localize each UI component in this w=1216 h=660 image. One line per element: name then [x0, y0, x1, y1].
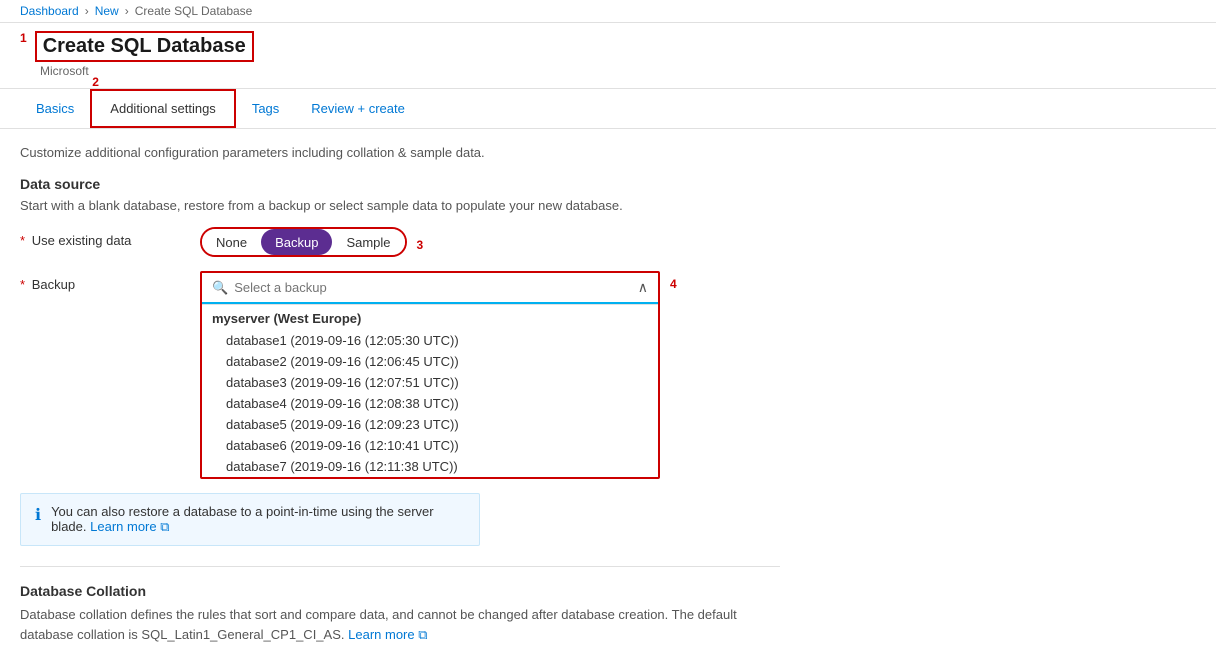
breadcrumb-new[interactable]: New	[95, 4, 119, 18]
main-content: Customize additional configuration param…	[0, 129, 800, 660]
option-sample[interactable]: Sample	[332, 229, 404, 255]
breadcrumb-dashboard[interactable]: Dashboard	[20, 4, 79, 18]
info-text: You can also restore a database to a poi…	[51, 504, 465, 535]
collation-desc: Database collation defines the rules tha…	[20, 605, 780, 644]
info-learn-more-link[interactable]: Learn more ⧉	[90, 519, 169, 534]
annotation-3: 3	[417, 232, 424, 252]
tabs-bar: Basics 2 Additional settings Tags Review…	[0, 89, 1216, 129]
annotation-1: 1	[20, 31, 27, 45]
list-item[interactable]: database3 (2019-09-16 (12:07:51 UTC))	[202, 372, 658, 393]
list-item[interactable]: database6 (2019-09-16 (12:10:41 UTC))	[202, 435, 658, 456]
list-item[interactable]: database2 (2019-09-16 (12:06:45 UTC))	[202, 351, 658, 372]
page-header: 1 Create SQL Database Microsoft	[0, 23, 1216, 89]
option-none[interactable]: None	[202, 229, 261, 255]
use-existing-data-label: * Use existing data	[20, 227, 200, 248]
chevron-up-icon[interactable]: ∧	[638, 279, 648, 296]
top-bar: Dashboard › New › Create SQL Database	[0, 0, 1216, 23]
data-source-options: None Backup Sample	[200, 227, 407, 257]
breadcrumb-current: Create SQL Database	[135, 4, 253, 18]
additional-settings-tab-box: Additional settings	[90, 89, 236, 128]
annotation-4: 4	[670, 271, 677, 291]
option-backup[interactable]: Backup	[261, 229, 332, 255]
backup-label: * Backup	[20, 271, 200, 292]
backup-dropdown: 🔍 ∧ myserver (West Europe) database1 (20…	[200, 271, 660, 479]
tab-basics[interactable]: Basics	[20, 91, 90, 128]
collation-title: Database Collation	[20, 583, 780, 599]
content-description: Customize additional configuration param…	[20, 145, 780, 160]
backup-search-bar: 🔍 ∧	[202, 273, 658, 304]
info-box: ℹ You can also restore a database to a p…	[20, 493, 480, 546]
page-title-box: Create SQL Database	[35, 31, 254, 62]
list-item[interactable]: database5 (2019-09-16 (12:09:23 UTC))	[202, 414, 658, 435]
collation-learn-more-link[interactable]: Learn more ⧉	[348, 627, 427, 642]
page-title: Create SQL Database	[43, 35, 246, 58]
breadcrumb: Dashboard › New › Create SQL Database	[20, 4, 1196, 18]
data-source-section: Data source Start with a blank database,…	[20, 176, 780, 546]
tab-additional-settings[interactable]: Additional settings	[94, 91, 232, 126]
tab-tags[interactable]: Tags	[236, 91, 295, 128]
backup-server-group: myserver (West Europe)	[202, 305, 658, 330]
info-icon: ℹ	[35, 505, 41, 535]
data-source-title: Data source	[20, 176, 780, 192]
tab-review-create[interactable]: Review + create	[295, 91, 421, 128]
backup-row: * Backup 🔍 ∧ myserver (West Europe)	[20, 271, 780, 479]
backup-control: 🔍 ∧ myserver (West Europe) database1 (20…	[200, 271, 780, 479]
use-existing-data-control: None Backup Sample 3	[200, 227, 780, 257]
list-item[interactable]: database1 (2019-09-16 (12:05:30 UTC))	[202, 330, 658, 351]
backup-search-input[interactable]	[234, 280, 638, 295]
annotation-2: 2	[92, 75, 99, 89]
use-existing-data-row: * Use existing data None Backup Sample 3	[20, 227, 780, 257]
collation-section: Database Collation Database collation de…	[20, 566, 780, 644]
data-source-desc: Start with a blank database, restore fro…	[20, 198, 780, 213]
page-subtitle: Microsoft	[40, 64, 1196, 78]
search-icon: 🔍	[212, 280, 228, 296]
list-item[interactable]: database7 (2019-09-16 (12:11:38 UTC))	[202, 456, 658, 477]
list-item[interactable]: database4 (2019-09-16 (12:08:38 UTC))	[202, 393, 658, 414]
backup-list: myserver (West Europe) database1 (2019-0…	[202, 304, 658, 477]
